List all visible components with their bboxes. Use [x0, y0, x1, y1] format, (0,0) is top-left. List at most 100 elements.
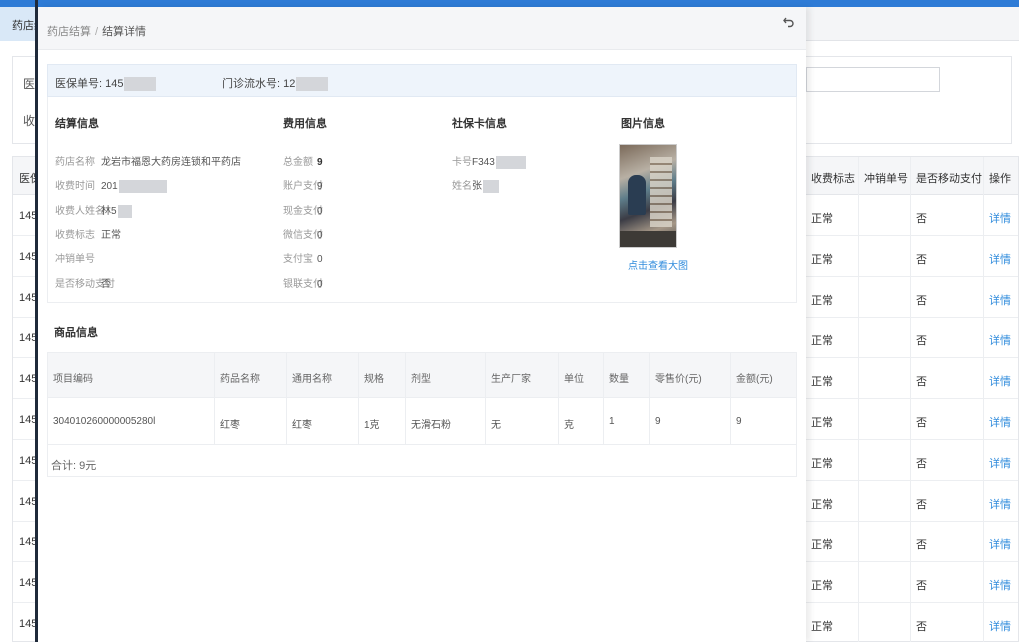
table-row: 304010260000005280l 红枣 红枣 1克 无滑石粉 无 克 1 …: [48, 398, 796, 445]
col-mobile-pay: 是否移动支付: [916, 173, 982, 185]
cell-mobile-pay: 否: [916, 539, 927, 552]
field-card-name: 姓名张: [452, 177, 499, 193]
col-item-code: 项目编码: [53, 374, 93, 385]
col-retail-price: 零售价(元): [655, 374, 702, 385]
redaction-mask: [296, 77, 329, 92]
col-generic-name: 通用名称: [292, 374, 332, 385]
insurance-no: 医保单号: 145: [55, 75, 157, 92]
detail-link[interactable]: 详情: [989, 536, 1011, 552]
field-unionpay: 银联支付0: [283, 279, 323, 290]
field-total-amount: 总金额 9: [283, 157, 323, 168]
breadcrumb: 药店结算 / 结算详情: [47, 23, 146, 39]
goods-table: 项目编码 药品名称 通用名称 规格 剂型 生产厂家 单位 数量 零售价(元) 金…: [47, 352, 797, 477]
breadcrumb-parent[interactable]: 药店结算: [47, 26, 91, 38]
field-card-no: 卡号F343: [452, 153, 526, 169]
cell-mobile-pay: 否: [916, 294, 927, 307]
cell-mobile-pay: 否: [916, 335, 927, 348]
cell-charge-flag: 正常: [811, 457, 833, 470]
detail-link[interactable]: 详情: [989, 251, 1011, 267]
redaction-mask: [117, 204, 132, 218]
col-dosage-form: 剂型: [411, 374, 431, 385]
insurance-no-value: 145: [105, 78, 124, 90]
cell-dosage-form: 无滑石粉: [411, 420, 451, 431]
field-pharmacy-name: 药店名称 龙岩市福恩大药房连锁和平药店: [55, 157, 241, 168]
cell-unit: 克: [564, 420, 574, 431]
cost-info-title: 费用信息: [283, 118, 327, 130]
clinic-serial-no: 门诊流水号: 12: [222, 75, 329, 92]
cell-mobile-pay: 否: [916, 498, 927, 511]
cell-amount: 9: [736, 416, 742, 427]
serial-no-value: 12: [283, 78, 296, 90]
redaction-mask: [495, 155, 526, 169]
detail-link[interactable]: 详情: [989, 332, 1011, 348]
cell-charge-flag: 正常: [811, 253, 833, 266]
field-cash-pay: 现金支付0: [283, 206, 323, 217]
cell-mobile-pay: 否: [916, 457, 927, 470]
cell-charge-flag: 正常: [811, 580, 833, 593]
goods-info-title: 商品信息: [54, 327, 98, 339]
col-quantity: 数量: [609, 374, 629, 385]
identifier-bar: 医保单号: 145 门诊流水号: 12: [47, 64, 797, 97]
modal-header: 药店结算 / 结算详情: [38, 7, 806, 50]
col-reversal-no: 冲销单号: [864, 173, 908, 185]
col-manufacturer: 生产厂家: [491, 374, 531, 385]
cell-mobile-pay: 否: [916, 417, 927, 429]
insurance-no-label: 医保单号:: [55, 78, 103, 90]
cell-generic-name: 红枣: [292, 420, 312, 431]
cell-charge-flag: 正常: [811, 539, 833, 552]
cell-mobile-pay: 否: [916, 213, 927, 225]
col-drug-name: 药品名称: [220, 374, 260, 385]
field-mobile-pay: 是否移动支付否: [55, 279, 115, 290]
detail-link[interactable]: 详情: [989, 455, 1011, 471]
filter-input[interactable]: [806, 67, 940, 92]
cell-retail-price: 9: [655, 416, 661, 427]
receipt-photo-thumbnail[interactable]: [619, 144, 677, 248]
cell-manufacturer: 无: [491, 420, 501, 431]
info-panel: 结算信息 费用信息 社保卡信息 图片信息 药店名称 龙岩市福恩大药房连锁和平药店 …: [47, 97, 797, 303]
serial-no-label: 门诊流水号:: [222, 78, 281, 90]
redaction-mask: [483, 179, 499, 193]
detail-link[interactable]: 详情: [989, 292, 1011, 308]
tab-pharmacy-settlement[interactable]: 药店结: [0, 7, 36, 41]
field-reversal-no: 冲销单号: [55, 254, 95, 265]
cell-quantity: 1: [609, 416, 615, 427]
return-arrow-icon[interactable]: [782, 16, 796, 30]
detail-link[interactable]: 详情: [989, 618, 1011, 634]
card-info-title: 社保卡信息: [452, 118, 507, 130]
top-nav-bar: [0, 0, 1019, 7]
cell-mobile-pay: 否: [916, 253, 927, 266]
cell-charge-flag: 正常: [811, 335, 833, 348]
goods-total: 合计: 9元: [51, 460, 97, 472]
col-actions: 操作: [989, 173, 1011, 185]
field-charge-flag: 收费标志 正常: [55, 230, 121, 241]
detail-link[interactable]: 详情: [989, 577, 1011, 593]
detail-link[interactable]: 详情: [989, 210, 1011, 226]
col-amount: 金额(元): [736, 374, 773, 385]
cell-charge-flag: 正常: [811, 213, 833, 225]
col-charge-flag: 收费标志: [811, 173, 855, 185]
breadcrumb-current: 结算详情: [102, 26, 147, 38]
detail-link[interactable]: 详情: [989, 414, 1011, 430]
detail-link[interactable]: 详情: [989, 496, 1011, 512]
cell-charge-flag: 正常: [811, 294, 833, 307]
field-account-pay: 账户支付9: [283, 181, 323, 192]
image-info-title: 图片信息: [621, 118, 665, 130]
cell-drug-name: 红枣: [220, 420, 240, 431]
col-unit: 单位: [564, 374, 584, 385]
settlement-info-title: 结算信息: [55, 118, 99, 130]
view-large-image-link[interactable]: 点击查看大图: [628, 257, 688, 272]
detail-link[interactable]: 详情: [989, 373, 1011, 389]
cell-charge-flag: 正常: [811, 498, 833, 511]
cell-mobile-pay: 否: [916, 580, 927, 593]
cell-charge-flag: 正常: [811, 621, 833, 633]
redaction-mask: [118, 179, 167, 193]
goods-table-header: 项目编码 药品名称 通用名称 规格 剂型 生产厂家 单位 数量 零售价(元) 金…: [48, 353, 796, 398]
cell-charge-flag: 正常: [811, 376, 833, 389]
cell-spec: 1克: [364, 420, 380, 431]
cell-charge-flag: 正常: [811, 417, 833, 429]
field-charge-time: 收费时间 201: [55, 177, 167, 193]
tab-bar: [806, 7, 1019, 41]
field-cashier-name: 收费人姓名林5: [55, 202, 132, 218]
redaction-mask: [124, 77, 157, 92]
breadcrumb-separator: /: [95, 26, 99, 38]
